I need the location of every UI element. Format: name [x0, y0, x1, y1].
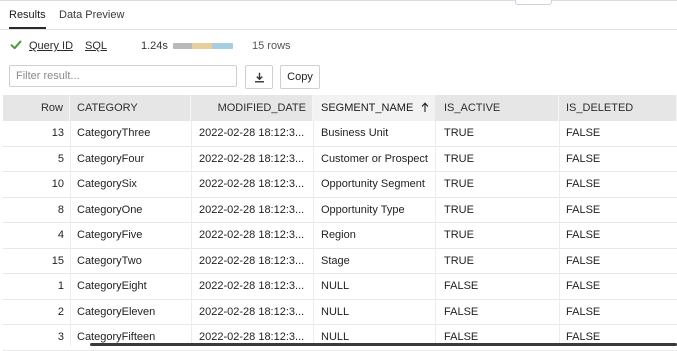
is-active-cell: TRUE: [444, 178, 474, 190]
is-deleted-cell: FALSE: [566, 203, 601, 216]
row-number-cell: 10: [51, 178, 64, 190]
row-number-cell: 15: [51, 254, 64, 267]
column-divider: [313, 121, 314, 346]
is-active-cell: FALSE: [444, 305, 479, 318]
timing-bar-segment: [173, 43, 193, 49]
row-number-cell: 3: [57, 331, 64, 343]
table-row[interactable]: 15 CategoryTwo 2022-02-28 18:12:3... Stage T…: [3, 249, 677, 274]
download-button[interactable]: [245, 65, 273, 89]
is-deleted-cell: FALSE: [566, 280, 601, 292]
is-deleted-cell: FALSE: [566, 331, 601, 343]
row-number-cell: 13: [51, 127, 64, 139]
result-tabs: Results Data Preview: [0, 4, 677, 30]
segment-name-cell: Customer or Prospect: [321, 152, 428, 165]
segment-name-cell: Region: [321, 229, 356, 241]
query-duration: 1.24s: [141, 40, 168, 52]
is-deleted-cell: FALSE: [566, 152, 601, 165]
row-number-cell: 1: [57, 280, 64, 292]
is-deleted-cell: FALSE: [566, 178, 601, 190]
is-active-cell: TRUE: [444, 254, 474, 267]
query-meta: Query ID SQL 1.24s 15 rows: [0, 39, 677, 55]
table-row[interactable]: 3 CategoryFifteen 2022-02-28 18:12:3... NUL…: [3, 325, 677, 351]
arrow-up-icon: [421, 97, 429, 123]
modified-date-cell: 2022-02-28 18:12:3...: [199, 331, 305, 343]
category-cell: CategoryEleven: [77, 305, 156, 318]
column-header-is-deleted[interactable]: IS_DELETED: [559, 95, 677, 121]
query-id-link[interactable]: Query ID: [29, 40, 73, 52]
column-header-segment-name[interactable]: SEGMENT_NAME: [313, 95, 435, 121]
category-cell: CategoryFour: [77, 152, 145, 165]
segment-name-cell: Business Unit: [321, 127, 389, 139]
is-active-cell: TRUE: [444, 152, 474, 165]
row-number-cell: 8: [57, 203, 64, 216]
category-cell: CategoryFive: [77, 229, 143, 241]
row-number-cell: 4: [57, 229, 64, 241]
modified-date-cell: 2022-02-28 18:12:3...: [199, 229, 305, 241]
row-number-cell: 2: [57, 305, 64, 318]
is-deleted-cell: FALSE: [566, 254, 601, 267]
is-active-cell: FALSE: [444, 331, 479, 343]
table-row[interactable]: 1 CategoryEight 2022-02-28 18:12:3... NULL F…: [3, 274, 677, 300]
is-active-cell: TRUE: [444, 203, 474, 216]
download-icon: [255, 72, 264, 83]
segment-name-cell: NULL: [321, 305, 350, 318]
category-cell: CategorySix: [77, 178, 137, 190]
segment-name-cell: Opportunity Segment: [321, 178, 425, 190]
sql-link[interactable]: SQL: [85, 40, 107, 52]
modified-date-cell: 2022-02-28 18:12:3...: [199, 178, 305, 190]
modified-date-cell: 2022-02-28 18:12:3...: [199, 280, 305, 292]
column-divider: [191, 121, 192, 346]
tab-data-preview[interactable]: Data Preview: [59, 9, 124, 21]
timing-bar-segment: [192, 43, 212, 49]
segment-name-cell: NULL: [321, 280, 350, 292]
timing-bar-segment: [211, 43, 233, 49]
column-divider: [70, 121, 71, 346]
is-deleted-cell: FALSE: [566, 127, 601, 139]
column-header-label: SEGMENT_NAME: [321, 102, 414, 114]
segment-name-cell: Opportunity Type: [321, 203, 405, 216]
table-row[interactable]: 13 CategoryThree 2022-02-28 18:12:3... Busi…: [3, 121, 677, 147]
modified-date-cell: 2022-02-28 18:12:3...: [199, 203, 305, 216]
category-cell: CategoryThree: [77, 127, 151, 139]
category-cell: CategoryFifteen: [77, 331, 156, 343]
column-header-category[interactable]: CATEGORY: [70, 95, 191, 121]
column-header-row[interactable]: Row: [3, 95, 70, 121]
row-count: 15 rows: [252, 40, 291, 52]
table-row[interactable]: 10 CategorySix 2022-02-28 18:12:3... Opport…: [3, 172, 677, 198]
table-row[interactable]: 2 CategoryEleven 2022-02-28 18:12:3... NULL…: [3, 300, 677, 325]
column-divider: [559, 121, 560, 346]
tab-results[interactable]: Results: [9, 9, 46, 29]
copy-button[interactable]: Copy: [280, 65, 320, 89]
timing-bar: [173, 43, 233, 49]
grid-header: Row CATEGORY MODIFIED_DATE SEGMENT_NAME …: [3, 95, 677, 121]
category-cell: CategoryTwo: [77, 254, 142, 267]
category-cell: CategoryEight: [77, 280, 147, 292]
modified-date-cell: 2022-02-28 18:12:3...: [199, 127, 305, 139]
column-header-modified-date[interactable]: MODIFIED_DATE: [191, 95, 313, 121]
is-active-cell: TRUE: [444, 127, 474, 139]
column-header-is-active[interactable]: IS_ACTIVE: [435, 95, 559, 121]
column-divider: [435, 121, 436, 346]
category-cell: CategoryOne: [77, 203, 143, 216]
is-deleted-cell: FALSE: [566, 229, 601, 241]
row-number-cell: 5: [57, 152, 64, 165]
check-icon: [10, 39, 22, 51]
top-border: [0, 0, 677, 1]
modified-date-cell: 2022-02-28 18:12:3...: [199, 152, 305, 165]
is-active-cell: FALSE: [444, 280, 479, 292]
table-row[interactable]: 8 CategoryOne 2022-02-28 18:12:3... Opportu…: [3, 198, 677, 223]
filter-result-input[interactable]: [9, 65, 237, 87]
is-active-cell: TRUE: [444, 229, 474, 241]
table-row[interactable]: 5 CategoryFour 2022-02-28 18:12:3... Custom…: [3, 147, 677, 172]
segment-name-cell: Stage: [321, 254, 350, 267]
segment-name-cell: NULL: [321, 331, 350, 343]
modified-date-cell: 2022-02-28 18:12:3...: [199, 305, 305, 318]
table-row[interactable]: 4 CategoryFive 2022-02-28 18:12:3... Region…: [3, 223, 677, 249]
modified-date-cell: 2022-02-28 18:12:3...: [199, 254, 305, 267]
is-deleted-cell: FALSE: [566, 305, 601, 318]
